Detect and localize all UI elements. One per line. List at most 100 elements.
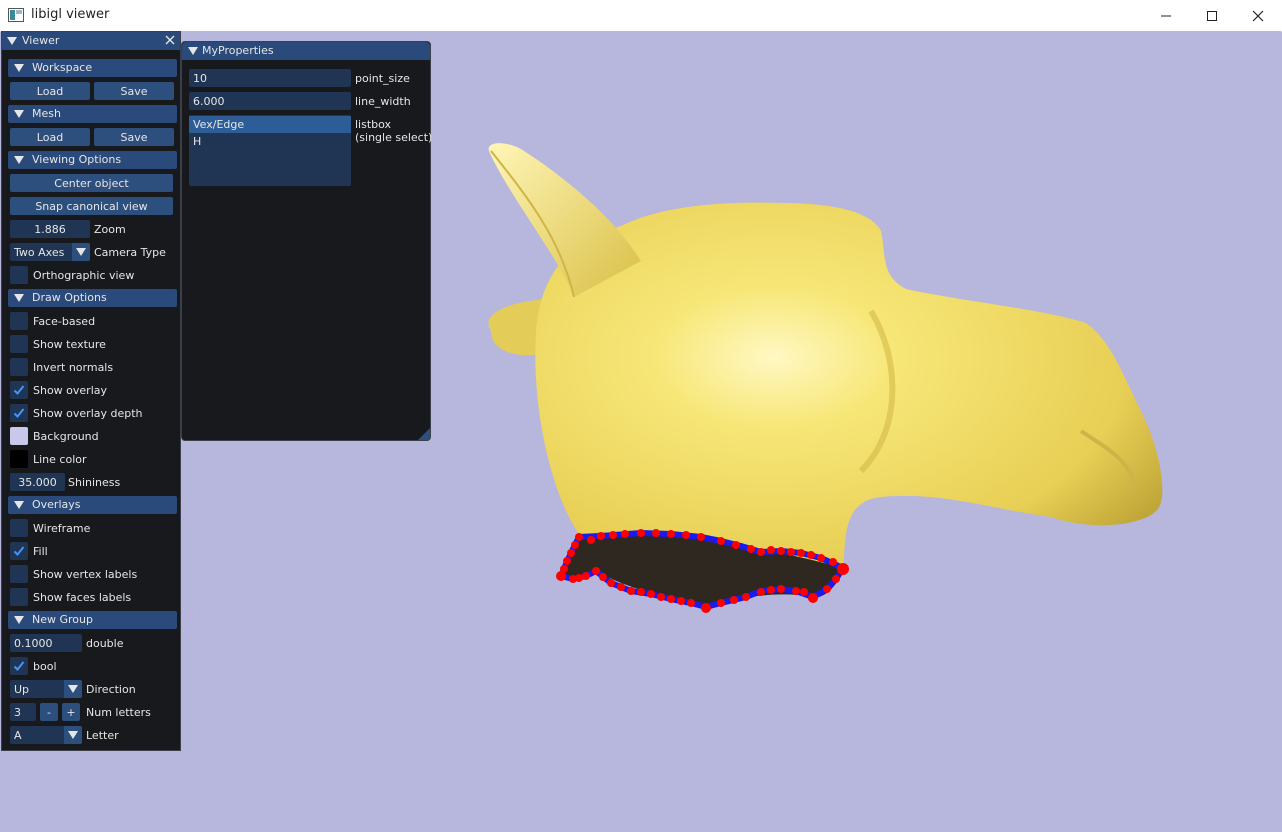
camera-type-value: Two Axes (14, 246, 65, 259)
minimize-icon (1161, 15, 1171, 16)
wireframe-checkbox[interactable] (10, 519, 28, 537)
zoom-input[interactable]: 1.886 (10, 220, 90, 238)
resize-grip-icon[interactable] (418, 428, 430, 440)
center-object-button[interactable]: Center object (10, 174, 173, 192)
camera-type-combo[interactable]: Two Axes (10, 243, 90, 261)
section-workspace-label: Workspace (32, 61, 93, 74)
close-icon[interactable] (163, 33, 177, 47)
line-width-input[interactable]: 6.000 (189, 92, 351, 110)
workspace-load-button[interactable]: Load (10, 82, 90, 100)
show-vertex-labels-checkbox[interactable] (10, 565, 28, 583)
point-size-label: point_size (355, 72, 410, 85)
show-vertex-labels-label: Show vertex labels (33, 568, 138, 581)
line-color-swatch[interactable] (10, 450, 28, 468)
letter-combo[interactable]: A (10, 726, 82, 744)
double-input[interactable]: 0.1000 (10, 634, 82, 652)
section-new-group[interactable]: New Group (8, 611, 177, 629)
show-overlay-depth-checkbox[interactable] (10, 404, 28, 422)
background-label: Background (33, 430, 99, 443)
direction-label: Direction (86, 683, 136, 696)
section-overlays-label: Overlays (32, 498, 81, 511)
show-overlay-depth-label: Show overlay depth (33, 407, 143, 420)
close-button[interactable] (1235, 0, 1281, 31)
viewer-panel-header[interactable]: Viewer (2, 32, 180, 50)
section-draw-options[interactable]: Draw Options (8, 289, 177, 307)
list-item[interactable]: H (189, 133, 351, 150)
my-properties-header[interactable]: MyProperties (182, 42, 430, 60)
section-mesh[interactable]: Mesh (8, 105, 177, 123)
viewer-panel: Viewer Workspace Load Save Mesh Load Sav… (1, 31, 181, 751)
invert-normals-checkbox[interactable] (10, 358, 28, 376)
workspace-save-button[interactable]: Save (94, 82, 174, 100)
orthographic-checkbox[interactable] (10, 266, 28, 284)
num-letters-label: Num letters (86, 706, 151, 719)
title-bar: libigl viewer (0, 0, 1282, 32)
section-mesh-label: Mesh (32, 107, 61, 120)
my-properties-panel: MyProperties 10 point_size 6.000 line_wi… (181, 41, 432, 441)
shininess-value: 35.000 (18, 476, 57, 489)
fill-checkbox[interactable] (10, 542, 28, 560)
show-overlay-checkbox[interactable] (10, 381, 28, 399)
show-overlay-label: Show overlay (33, 384, 108, 397)
wireframe-label: Wireframe (33, 522, 91, 535)
viewer-panel-title: Viewer (22, 34, 60, 47)
collapse-triangle-icon (14, 64, 24, 72)
combo-arrow-icon[interactable] (64, 726, 82, 744)
collapse-triangle-icon[interactable] (7, 37, 17, 45)
invert-normals-label: Invert normals (33, 361, 114, 374)
fill-label: Fill (33, 545, 48, 558)
num-letters-value: 3 (14, 706, 21, 719)
bool-checkbox[interactable] (10, 657, 28, 675)
checkmark-icon (13, 408, 25, 418)
num-letters-decrement-button[interactable]: - (40, 703, 58, 721)
listbox-label: listbox (355, 118, 392, 131)
face-based-label: Face-based (33, 315, 96, 328)
combo-arrow-icon[interactable] (64, 680, 82, 698)
line-color-label: Line color (33, 453, 87, 466)
num-letters-input[interactable]: 3 (10, 703, 36, 721)
background-color-swatch[interactable] (10, 427, 28, 445)
shininess-label: Shininess (68, 476, 121, 489)
show-texture-checkbox[interactable] (10, 335, 28, 353)
mesh-load-button[interactable]: Load (10, 128, 90, 146)
face-based-checkbox[interactable] (10, 312, 28, 330)
section-viewing-options[interactable]: Viewing Options (8, 151, 177, 169)
direction-value: Up (14, 683, 30, 696)
section-workspace[interactable]: Workspace (8, 59, 177, 77)
mesh-save-button[interactable]: Save (94, 128, 174, 146)
close-icon (1252, 10, 1264, 21)
collapse-triangle-icon (14, 501, 24, 509)
letter-value: A (14, 729, 22, 742)
collapse-triangle-icon (14, 294, 24, 302)
section-overlays[interactable]: Overlays (8, 496, 177, 514)
bool-label: bool (33, 660, 57, 673)
point-size-value: 10 (193, 72, 207, 85)
listbox[interactable]: Vex/Edge H (189, 115, 351, 186)
direction-combo[interactable]: Up (10, 680, 82, 698)
minimize-button[interactable] (1143, 0, 1189, 31)
app-icon (8, 8, 24, 22)
window-title: libigl viewer (31, 7, 110, 22)
combo-arrow-icon[interactable] (72, 243, 90, 261)
zoom-label: Zoom (94, 223, 126, 236)
section-viewing-options-label: Viewing Options (32, 153, 122, 166)
maximize-button[interactable] (1189, 0, 1235, 31)
zoom-value: 1.886 (34, 223, 66, 236)
point-size-input[interactable]: 10 (189, 69, 351, 87)
list-item-label: Vex/Edge (193, 118, 245, 131)
collapse-triangle-icon[interactable] (188, 47, 198, 55)
num-letters-increment-button[interactable]: + (62, 703, 80, 721)
list-item-label: H (193, 135, 202, 148)
line-width-label: line_width (355, 95, 411, 108)
show-faces-labels-checkbox[interactable] (10, 588, 28, 606)
collapse-triangle-icon (14, 616, 24, 624)
section-new-group-label: New Group (32, 613, 93, 626)
maximize-icon (1207, 10, 1217, 21)
shininess-input[interactable]: 35.000 (10, 473, 65, 491)
list-item[interactable]: Vex/Edge (189, 116, 351, 133)
checkmark-icon (13, 661, 25, 671)
snap-canonical-view-button[interactable]: Snap canonical view (10, 197, 173, 215)
show-faces-labels-label: Show faces labels (33, 591, 132, 604)
checkmark-icon (13, 546, 25, 556)
show-texture-label: Show texture (33, 338, 106, 351)
